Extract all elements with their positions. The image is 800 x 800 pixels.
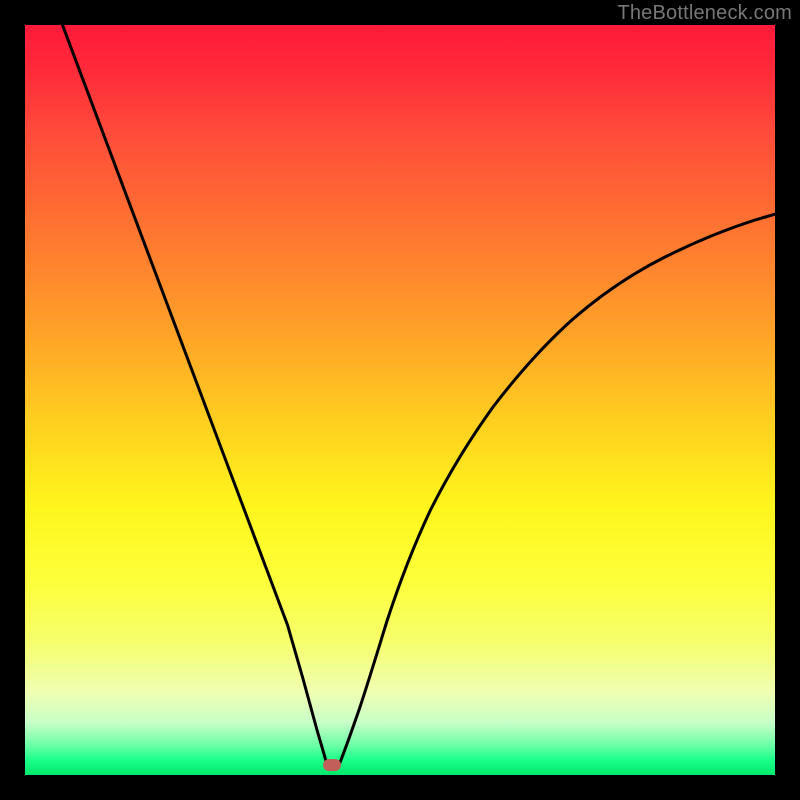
bottleneck-curve [25, 25, 775, 775]
optimal-marker [323, 759, 341, 771]
chart-frame: TheBottleneck.com [0, 0, 800, 800]
curve-left-branch [63, 25, 340, 767]
watermark-text: TheBottleneck.com [617, 2, 792, 25]
plot-area [25, 25, 775, 775]
curve-right-branch [339, 214, 775, 765]
